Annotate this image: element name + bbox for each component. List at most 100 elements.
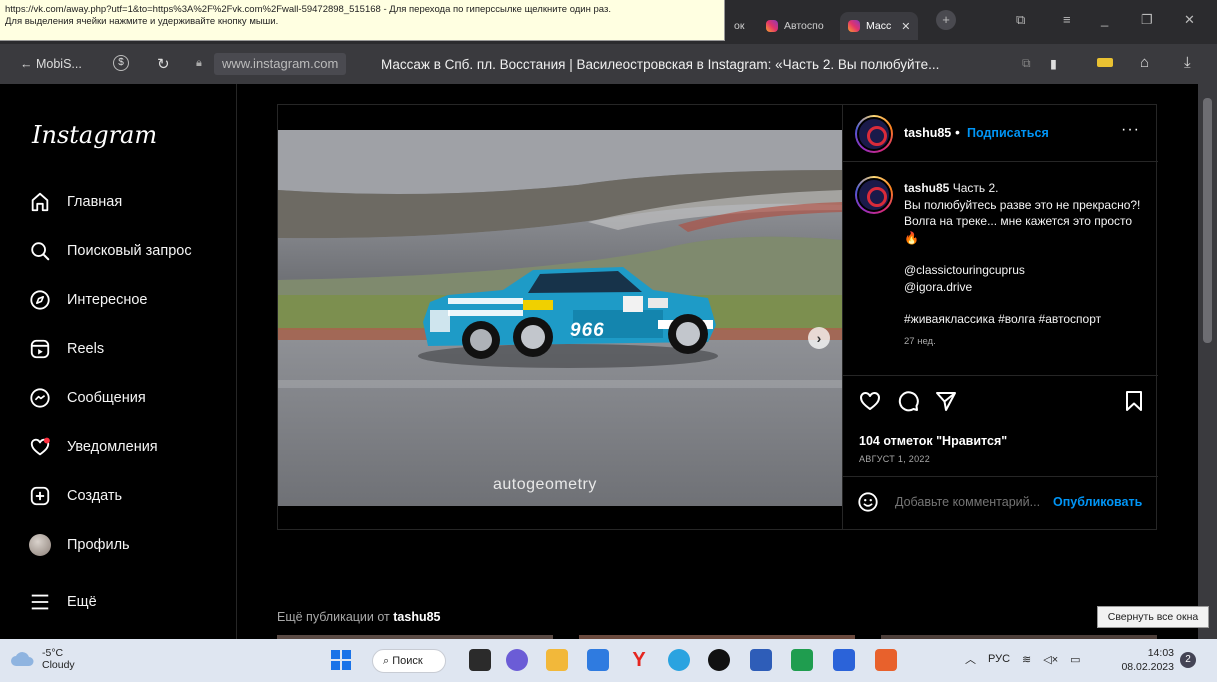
author-username[interactable]: tashu85 <box>904 126 951 140</box>
protect-icon[interactable]: $ <box>113 55 129 71</box>
like-heart-icon[interactable] <box>858 389 882 413</box>
reload-icon[interactable]: ↻ <box>157 55 170 73</box>
sidebar-item-label: Ещё <box>67 594 97 610</box>
sidebar-item-create[interactable]: Создать <box>29 485 122 507</box>
telegram-icon[interactable] <box>668 649 690 671</box>
tab-label: ок <box>734 20 745 32</box>
compass-icon <box>30 290 50 310</box>
sidebar-item-reels[interactable]: Reels <box>29 338 104 360</box>
tabs-overview-icon[interactable]: ⧉ <box>1016 12 1025 28</box>
windows-taskbar: -5°C Cloudy ⌕ Поиск Y ︿ РУС ≋ ◁× ▭ 14:03 … <box>0 639 1217 682</box>
more-options-icon[interactable]: ··· <box>1121 121 1140 139</box>
post-caption: tashu85 Часть 2. Вы полюбуйтесь разве эт… <box>843 162 1158 376</box>
sidebar-item-search[interactable]: Поисковый запрос <box>29 240 192 262</box>
url-field[interactable]: www.instagram.com <box>214 53 347 75</box>
back-button[interactable]: ← MobiS... <box>20 57 82 71</box>
new-tab-icon[interactable]: + <box>936 10 956 30</box>
sidebar-item-label: Поисковый запрос <box>67 243 192 259</box>
windows-start-icon[interactable] <box>330 649 352 671</box>
sidebar-item-notifications[interactable]: Уведомления <box>29 436 158 458</box>
race-car-photo <box>278 130 842 506</box>
download-icon[interactable]: ⤓ <box>1184 54 1191 71</box>
mention-link[interactable]: @igora.drive <box>904 279 1149 296</box>
heart-icon <box>30 437 50 456</box>
sidebar-item-label: Сообщения <box>67 390 146 406</box>
sidebar-item-label: Главная <box>67 194 123 210</box>
home-icon <box>31 192 49 212</box>
language-indicator[interactable]: РУС <box>988 653 1010 665</box>
clock-time: 14:03 <box>1147 647 1174 659</box>
instagram-sidebar: Instagram Главная Поисковый запрос Интер… <box>8 84 237 639</box>
share-send-icon[interactable] <box>934 389 958 413</box>
maximize-icon[interactable]: ❐ <box>1141 12 1153 28</box>
sidebar-item-more[interactable]: Ещё <box>29 591 97 613</box>
post-details-pane: tashu85 • Подписаться ··· tashu85 Часть … <box>842 105 1158 529</box>
vk-icon[interactable] <box>587 649 609 671</box>
weather-widget[interactable]: -5°C Cloudy <box>10 647 75 671</box>
more-posts-heading: Ещё публикации от tashu85 <box>277 610 441 624</box>
instagram-logo[interactable]: Instagram <box>32 121 157 149</box>
save-bookmark-icon[interactable] <box>1122 389 1146 413</box>
taskbar-clock[interactable]: 14:03 08.02.2023 <box>1112 646 1174 674</box>
next-photo-button[interactable]: › <box>808 327 830 349</box>
window-close-icon[interactable]: ✕ <box>1184 12 1195 28</box>
spreadsheet-icon[interactable] <box>791 649 813 671</box>
comment-icon[interactable] <box>896 389 920 413</box>
notification-badge[interactable]: 2 <box>1180 652 1196 668</box>
caption-line: Часть 2. <box>952 181 999 195</box>
author-avatar[interactable] <box>855 115 893 153</box>
system-tray: ︿ РУС ≋ ◁× ▭ <box>965 651 1081 667</box>
weather-condition: Cloudy <box>42 659 75 671</box>
caption-avatar[interactable] <box>855 176 893 214</box>
extensions-icon[interactable]: ⌂ <box>1140 54 1149 71</box>
tab-label: Масс <box>866 20 892 32</box>
likes-count[interactable]: 104 отметок "Нравится" <box>859 434 1007 448</box>
taskbar-search[interactable]: ⌕ Поиск <box>372 649 446 673</box>
battery-icon[interactable]: ▭ <box>1070 653 1080 666</box>
separator-dot: • <box>955 124 960 140</box>
browser-tab-bar: https://vk.com/away.php?utf=1&to=https%3… <box>0 0 1217 44</box>
tooltip-line-1: https://vk.com/away.php?utf=1&to=https%3… <box>5 4 611 15</box>
yandex-browser-icon[interactable]: Y <box>628 649 650 671</box>
copy-link-icon[interactable]: ⧉ <box>1022 56 1031 71</box>
link-tooltip: https://vk.com/away.php?utf=1&to=https%3… <box>0 0 725 41</box>
create-plus-icon <box>30 486 50 506</box>
sidebar-item-explore[interactable]: Интересное <box>29 289 148 311</box>
hashtags[interactable]: #живаяклассика #волга #автоспорт <box>904 311 1149 328</box>
publish-button[interactable]: Опубликовать <box>1053 495 1142 509</box>
volume-icon[interactable]: ◁× <box>1043 653 1058 666</box>
sidebar-item-home[interactable]: Главная <box>29 191 122 213</box>
tray-overflow-icon[interactable]: ︿ <box>965 651 976 667</box>
lock-icon[interactable]: 🔒︎ <box>196 57 202 70</box>
bookmark-icon[interactable]: ▮ <box>1050 56 1057 71</box>
chat-icon[interactable] <box>506 649 528 671</box>
more-posts-user[interactable]: tashu85 <box>393 610 440 624</box>
comment-input[interactable] <box>895 495 1050 509</box>
minimize-icon[interactable]: _ <box>1101 12 1108 27</box>
page-scrollbar[interactable] <box>1198 84 1217 639</box>
document-icon[interactable] <box>833 649 855 671</box>
file-explorer-icon[interactable] <box>546 649 568 671</box>
wifi-icon[interactable]: ≋ <box>1022 653 1031 666</box>
tab-previous[interactable]: ок <box>726 12 752 40</box>
messenger-icon <box>30 388 50 408</box>
scrollbar-thumb[interactable] <box>1203 98 1212 343</box>
tab-massage-active[interactable]: Масс ✕ <box>840 12 919 40</box>
tab-close-icon[interactable]: ✕ <box>901 20 910 33</box>
instagram-favicon-icon <box>766 20 778 32</box>
menu-icon[interactable]: ≡ <box>1063 12 1071 27</box>
mention-link[interactable]: @classictouringcuprus <box>904 262 1149 279</box>
post-card: 966 › autogeometry tashu85 • Подписаться… <box>277 104 1158 530</box>
sidebar-item-profile[interactable]: Профиль <box>29 534 130 556</box>
battery-saver-icon[interactable] <box>1097 58 1113 67</box>
follow-button[interactable]: Подписаться <box>967 126 1049 140</box>
task-view-icon[interactable] <box>469 649 491 671</box>
tab-autosport[interactable]: Автоспо <box>758 12 832 40</box>
emoji-icon[interactable] <box>857 491 879 513</box>
security-shield-icon[interactable] <box>750 649 772 671</box>
presentation-icon[interactable] <box>875 649 897 671</box>
caption-username[interactable]: tashu85 <box>904 181 949 195</box>
sidebar-item-label: Профиль <box>67 537 130 553</box>
tiktok-icon[interactable] <box>708 649 730 671</box>
sidebar-item-messages[interactable]: Сообщения <box>29 387 146 409</box>
